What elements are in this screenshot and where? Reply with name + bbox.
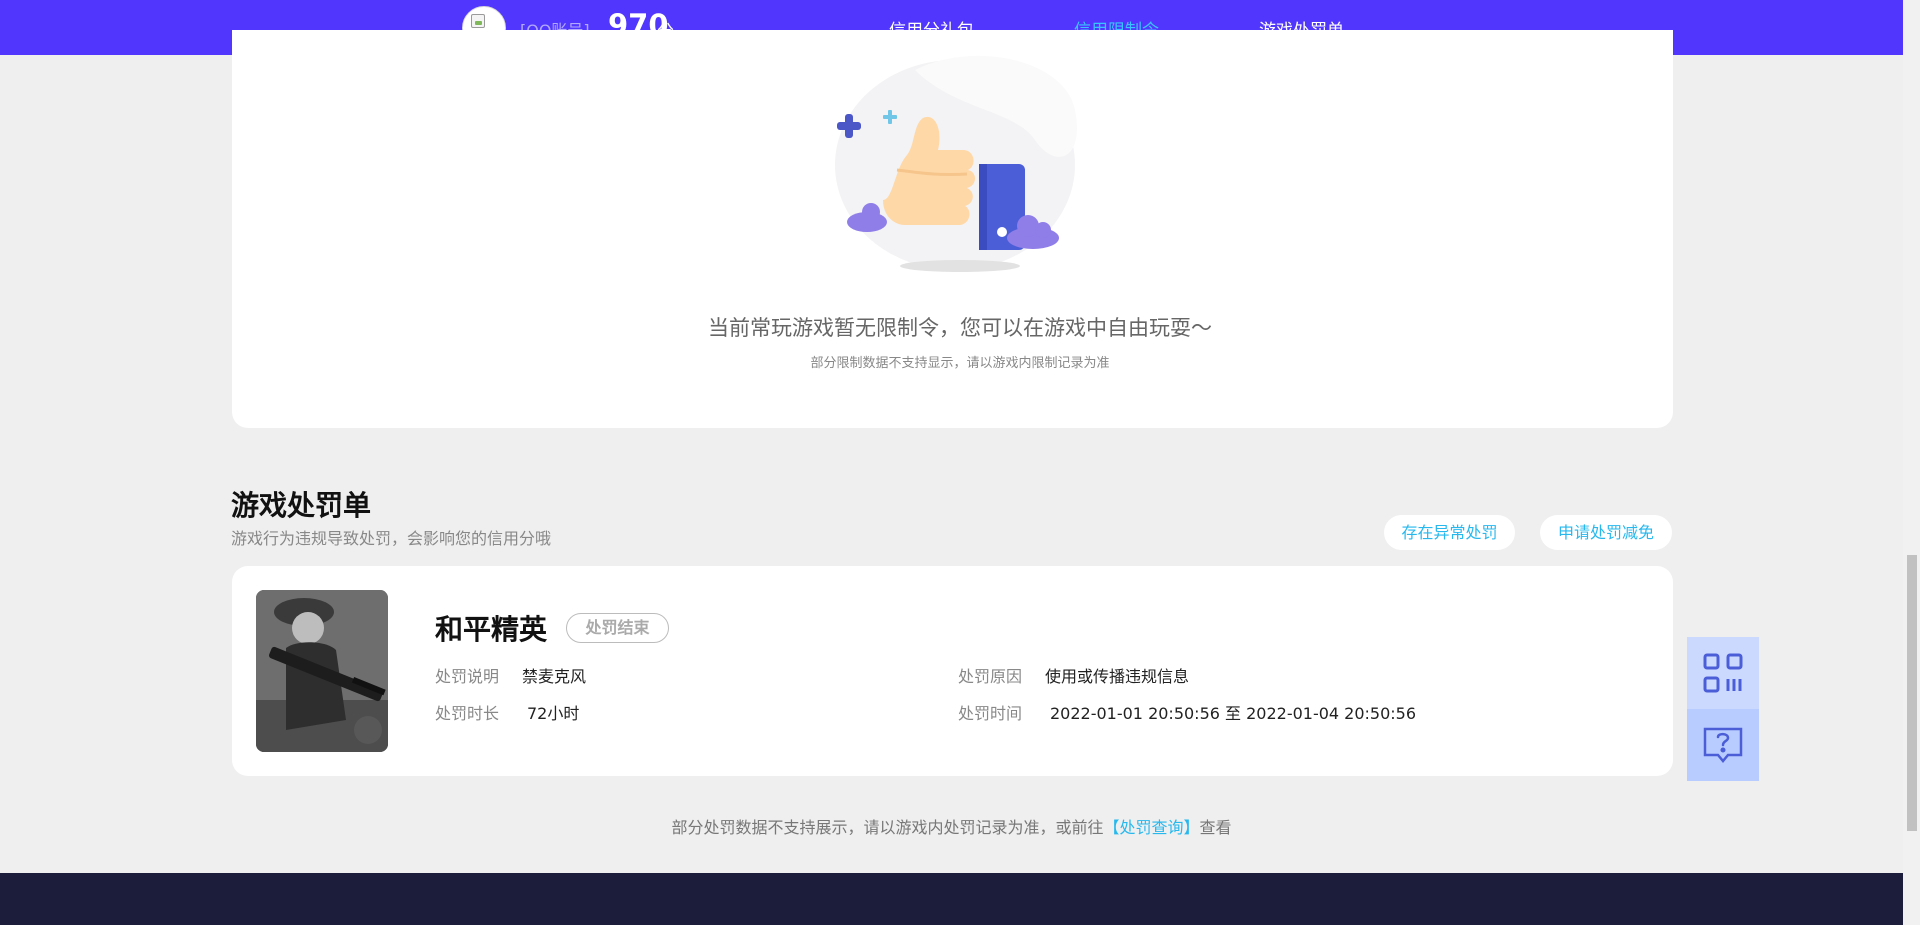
reason-label: 处罚原因 [958, 667, 1023, 686]
help-chat-icon [1703, 727, 1743, 763]
apply-reduction-button[interactable]: 申请处罚减免 [1540, 515, 1672, 550]
help-feedback-button[interactable] [1687, 709, 1759, 781]
scrollbar-thumb[interactable] [1907, 555, 1917, 831]
punishment-query-link[interactable]: 【处罚查询】 [1103, 818, 1199, 837]
empty-state-title: 当前常玩游戏暂无限制令，您可以在游戏中自由玩耍～ [708, 316, 1212, 340]
section-title: 游戏处罚单 [231, 489, 372, 522]
broken-image-icon [471, 14, 485, 28]
thumbs-up-illustration [835, 55, 1077, 272]
qr-code-button[interactable] [1687, 637, 1759, 709]
reason-value: 使用或传播违规信息 [1045, 667, 1190, 686]
game-cover-image [256, 590, 388, 752]
time-label: 处罚时间 [958, 704, 1023, 723]
empty-state-note: 部分限制数据不支持显示，请以游戏内限制记录为准 [810, 356, 1110, 371]
qr-code-icon [1703, 653, 1743, 693]
footer-note-suffix: 查看 [1199, 818, 1232, 837]
footer-note-text: 部分处罚数据不支持展示，请以游戏内处罚记录为准，或前往 [671, 818, 1104, 837]
desc-value: 禁麦克风 [522, 667, 587, 686]
game-name: 和平精英 [435, 613, 548, 646]
section-subtitle: 游戏行为违规导致处罚，会影响您的信用分哦 [231, 529, 552, 548]
status-badge: 处罚结束 [566, 613, 669, 643]
time-value: 2022-01-01 20:50:56 至 2022-01-04 20:50:5… [1050, 704, 1417, 723]
page-footer-bar [0, 873, 1903, 925]
duration-value: 72小时 [527, 704, 580, 723]
footer-note: 部分处罚数据不支持展示，请以游戏内处罚记录为准，或前往【处罚查询】查看 [0, 814, 1903, 838]
duration-label: 处罚时长 [435, 704, 500, 723]
abnormal-punishment-button[interactable]: 存在异常处罚 [1384, 515, 1515, 550]
desc-label: 处罚说明 [435, 667, 500, 686]
